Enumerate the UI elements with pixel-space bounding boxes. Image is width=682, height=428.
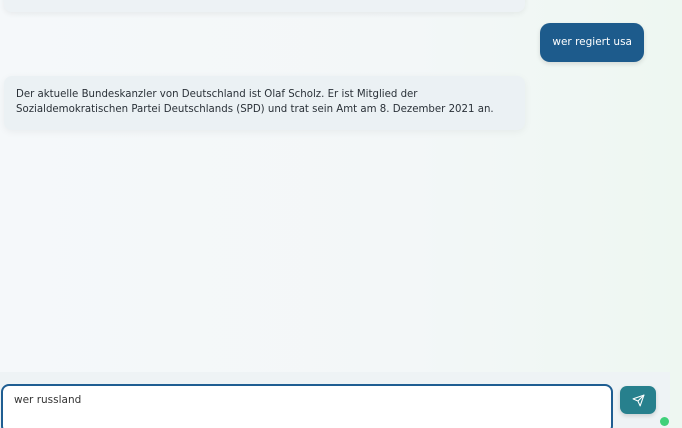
message-composer: wer russland bbox=[0, 372, 670, 428]
send-button[interactable] bbox=[620, 386, 656, 414]
user-message-bubble: wer regiert usa bbox=[540, 23, 644, 62]
bot-message-bubble: Der aktuelle Bundeskanzler von Deutschla… bbox=[4, 76, 525, 130]
chat-messages: wer regiert usa Der aktuelle Bundeskanzl… bbox=[0, 0, 670, 372]
previous-message-bubble bbox=[4, 0, 525, 12]
message-input[interactable]: wer russland bbox=[1, 384, 613, 428]
online-status-dot bbox=[660, 417, 669, 426]
send-icon bbox=[632, 394, 644, 406]
